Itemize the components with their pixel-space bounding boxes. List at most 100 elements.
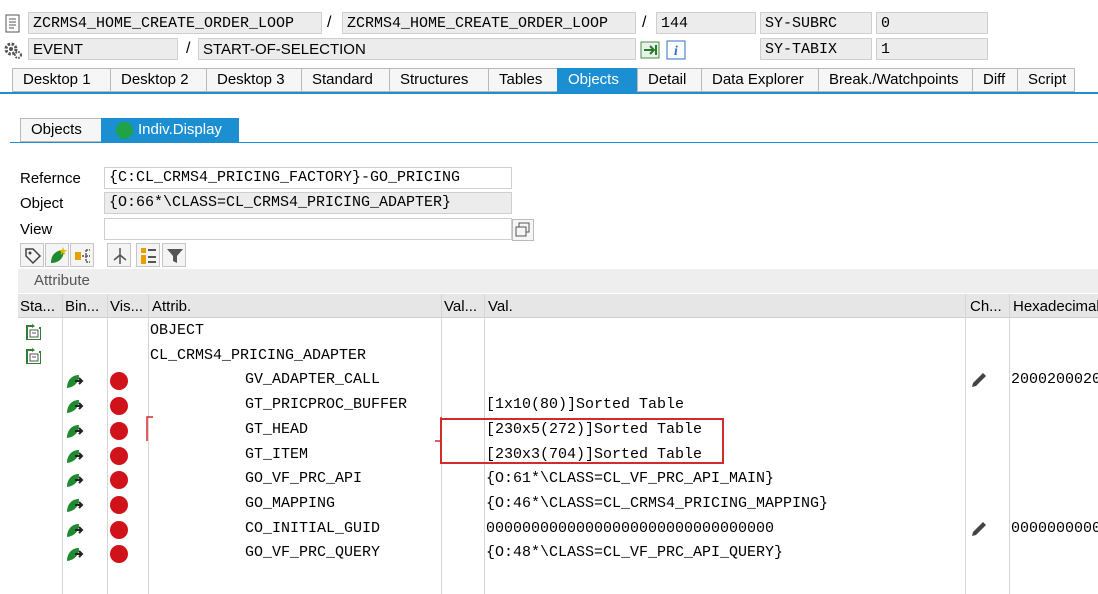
- info-icon[interactable]: i: [666, 40, 686, 60]
- pencil-icon[interactable]: [969, 370, 989, 390]
- sy-tabix-value[interactable]: 1: [876, 38, 988, 60]
- table-row-value[interactable]: [1x10(80)]Sorted Table: [486, 395, 684, 415]
- new-binding-button[interactable]: [45, 243, 69, 267]
- visibility-private-icon: [110, 545, 128, 563]
- svg-text:i: i: [674, 44, 678, 59]
- table-row-attr[interactable]: GO_VF_PRC_QUERY: [245, 543, 380, 563]
- copy-icon[interactable]: [512, 219, 534, 241]
- table-row-attr[interactable]: GT_ITEM: [245, 445, 308, 465]
- binding-icon[interactable]: [65, 496, 85, 514]
- table-row-attr[interactable]: GV_ADAPTER_CALL: [245, 370, 380, 390]
- filter-icon: [167, 249, 183, 263]
- view-input[interactable]: [104, 218, 512, 240]
- visibility-private-icon: [110, 447, 128, 465]
- col-hexadecimal[interactable]: Hexadecimal: [1013, 298, 1098, 315]
- tab-desktop-3[interactable]: Desktop 3: [206, 68, 301, 92]
- event-name-field[interactable]: START-OF-SELECTION: [198, 38, 636, 60]
- binding-icon[interactable]: [65, 471, 85, 489]
- table-row-value[interactable]: 00000000000000000000000000000000: [486, 519, 774, 539]
- table-row-attr[interactable]: GT_HEAD: [245, 420, 308, 440]
- subtab-indiv-label: Indiv.Display: [138, 121, 222, 138]
- bracket-mark: [146, 416, 153, 441]
- grid-title: Attribute: [34, 272, 90, 289]
- bracket-mark: [435, 417, 442, 442]
- table-row-hex[interactable]: 0000000000: [1011, 519, 1098, 539]
- separator: /: [642, 14, 647, 31]
- col-binding[interactable]: Bin...: [65, 298, 99, 315]
- col-divider: [62, 294, 63, 594]
- subtab-indiv-display[interactable]: Indiv.Display: [101, 118, 239, 142]
- filter-button[interactable]: [162, 243, 186, 267]
- col-visibility[interactable]: Vis...: [110, 298, 143, 315]
- visibility-private-icon: [110, 521, 128, 539]
- col-value[interactable]: Val.: [488, 298, 513, 315]
- binding-icon[interactable]: [65, 372, 85, 390]
- col-divider: [965, 294, 966, 594]
- visibility-private-icon: [110, 496, 128, 514]
- col-divider: [107, 294, 108, 594]
- table-row-attr[interactable]: GT_PRICPROC_BUFFER: [245, 395, 407, 415]
- binding-icon[interactable]: [65, 447, 85, 465]
- col-change[interactable]: Ch...: [970, 298, 1002, 315]
- pencil-icon[interactable]: [969, 519, 989, 539]
- tab-objects[interactable]: Objects: [557, 68, 637, 92]
- object-label: Object: [20, 195, 64, 212]
- line-number-field[interactable]: 144: [656, 12, 756, 34]
- structure-icon[interactable]: [24, 347, 42, 365]
- event-type-field[interactable]: EVENT: [28, 38, 178, 60]
- visibility-private-icon: [110, 372, 128, 390]
- layout-button[interactable]: [136, 243, 160, 267]
- hierarchy-button[interactable]: [70, 243, 94, 267]
- program-field[interactable]: ZCRMS4_HOME_CREATE_ORDER_LOOP: [28, 12, 322, 34]
- tab-desktop-2[interactable]: Desktop 2: [110, 68, 206, 92]
- sy-subrc-label: SY-SUBRC: [760, 12, 872, 34]
- gear-icon: [4, 42, 22, 59]
- tabstrip-underline: [0, 92, 1098, 94]
- col-status[interactable]: Sta...: [20, 298, 55, 315]
- reference-input[interactable]: {C:CL_CRMS4_PRICING_FACTORY}-GO_PRICING: [104, 167, 512, 189]
- table-row-value[interactable]: {O:48*\CLASS=CL_VF_PRC_API_QUERY}: [486, 543, 783, 563]
- tab-detail[interactable]: Detail: [637, 68, 701, 92]
- tab-desktop-1[interactable]: Desktop 1: [12, 68, 110, 92]
- binding-icon[interactable]: [65, 422, 85, 440]
- separator: /: [186, 40, 191, 57]
- reference-label: Refernce: [20, 170, 81, 187]
- tab-data-explorer[interactable]: Data Explorer: [701, 68, 818, 92]
- highlight-box: [440, 418, 724, 464]
- status-green-icon: [116, 122, 133, 139]
- binding-icon[interactable]: [65, 545, 85, 563]
- tree-icon: [113, 248, 127, 264]
- tag-icon: [25, 248, 42, 265]
- navigate-icon[interactable]: [640, 40, 660, 60]
- col-attribute[interactable]: Attrib.: [152, 298, 191, 315]
- tab-script[interactable]: Script: [1017, 68, 1075, 92]
- subtab-underline: [10, 142, 1098, 143]
- tabstrip: Desktop 1 Desktop 2 Desktop 3 Standard S…: [12, 68, 1075, 92]
- structure-icon[interactable]: [24, 323, 42, 341]
- include-field[interactable]: ZCRMS4_HOME_CREATE_ORDER_LOOP: [342, 12, 636, 34]
- sy-tabix-label: SY-TABIX: [760, 38, 872, 60]
- binding-icon[interactable]: [65, 521, 85, 539]
- binding-icon[interactable]: [65, 397, 85, 415]
- table-row-attr[interactable]: GO_MAPPING: [245, 494, 335, 514]
- table-row-value[interactable]: {O:46*\CLASS=CL_CRMS4_PRICING_MAPPING}: [486, 494, 828, 514]
- subtab-objects[interactable]: Objects: [20, 118, 102, 142]
- tab-breakpoints[interactable]: Break./Watchpoints: [818, 68, 972, 92]
- col-val-short[interactable]: Val...: [444, 298, 477, 315]
- object-field: {O:66*\CLASS=CL_CRMS4_PRICING_ADAPTER}: [104, 192, 512, 214]
- separator: /: [327, 14, 332, 31]
- sy-subrc-value[interactable]: 0: [876, 12, 988, 34]
- table-row-value[interactable]: {O:61*\CLASS=CL_VF_PRC_API_MAIN}: [486, 469, 774, 489]
- tab-diff[interactable]: Diff: [972, 68, 1017, 92]
- table-row-attr[interactable]: CL_CRMS4_PRICING_ADAPTER: [150, 346, 366, 366]
- tab-standard[interactable]: Standard: [301, 68, 389, 92]
- layout-icon: [141, 248, 156, 264]
- tag-button[interactable]: [20, 243, 44, 267]
- table-row-attr[interactable]: OBJECT: [150, 321, 204, 341]
- tab-structures[interactable]: Structures: [389, 68, 488, 92]
- table-row-attr[interactable]: GO_VF_PRC_API: [245, 469, 362, 489]
- tab-tables[interactable]: Tables: [488, 68, 557, 92]
- table-row-attr[interactable]: CO_INITIAL_GUID: [245, 519, 380, 539]
- tree-button[interactable]: [107, 243, 131, 267]
- table-row-hex[interactable]: 2000200020: [1011, 370, 1098, 390]
